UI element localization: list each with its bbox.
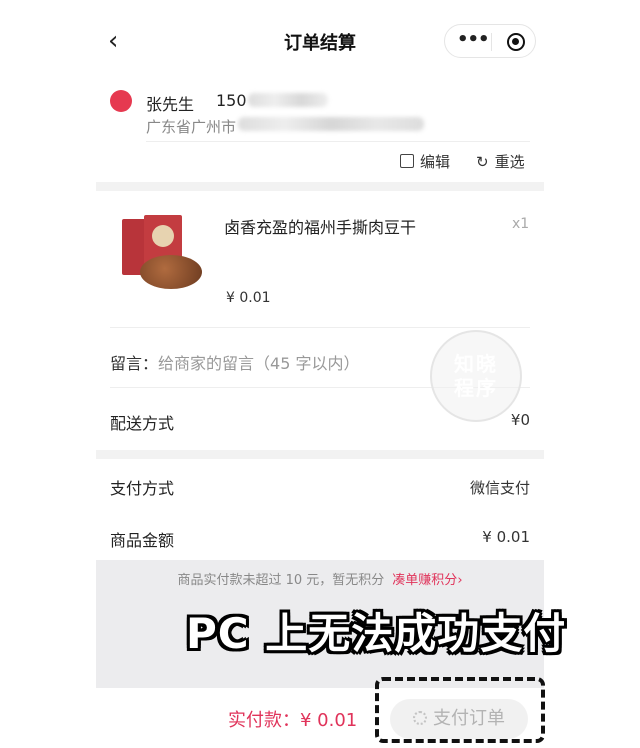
edit-address-button[interactable]: 编辑 <box>400 151 450 172</box>
divider <box>146 141 530 142</box>
capsule-divider <box>491 33 492 51</box>
recipient-phone[interactable]: 150 <box>216 91 247 110</box>
close-target-icon[interactable] <box>507 33 525 51</box>
payment-method-label: 支付方式 <box>110 479 175 498</box>
product-quantity: x1 <box>512 216 530 232</box>
points-notice: 商品实付款未超过 10 元，暂无积分 凑单赚积分› <box>177 573 463 588</box>
goods-amount-label: 商品金额 <box>110 531 175 550</box>
earn-points-link[interactable]: 凑单赚积分› <box>392 573 462 588</box>
address-marker-icon <box>110 90 132 112</box>
delivery-value: ¥0 <box>510 411 530 429</box>
goods-amount-value: ¥ 0.01 <box>482 528 530 546</box>
total-amount: 实付款：¥ 0.01 <box>228 710 358 731</box>
product-price: ¥ 0.01 <box>226 290 271 306</box>
product-name[interactable]: 卤香充盈的福州手撕肉豆干 <box>224 214 416 238</box>
reselect-address-button[interactable]: ↻ 重选 <box>476 151 525 172</box>
refresh-icon: ↻ <box>476 153 489 171</box>
memo-label: 留言： <box>110 354 159 373</box>
product-thumbnail[interactable] <box>118 215 210 293</box>
watermark-logo: 知晓 程序 <box>430 330 522 422</box>
pay-order-button[interactable]: 支付订单 <box>390 699 528 739</box>
phone-redaction <box>248 93 328 107</box>
payment-method-value[interactable]: 微信支付 <box>470 477 530 498</box>
memo-field[interactable]: 留言：给商家的留言（45 字以内） <box>110 350 359 374</box>
recipient-address[interactable]: 广东省广州市 <box>146 116 236 137</box>
nav-bar: ‹ 订单结算 ••• <box>96 0 544 86</box>
address-redaction <box>238 117 424 131</box>
section-gap <box>96 182 544 191</box>
memo-placeholder[interactable]: 给商家的留言（45 字以内） <box>158 354 359 373</box>
more-icon[interactable]: ••• <box>457 29 490 50</box>
overlay-caption: PC 上无法成功支付 <box>186 609 567 658</box>
divider <box>110 327 530 328</box>
delivery-label: 配送方式 <box>110 414 175 433</box>
loading-spinner-icon <box>413 711 427 725</box>
edit-icon <box>400 154 414 168</box>
chevron-right-icon: › <box>457 573 463 588</box>
recipient-name[interactable]: 张先生 <box>146 91 194 115</box>
miniprogram-capsule: ••• <box>444 24 536 58</box>
section-gap <box>96 450 544 459</box>
